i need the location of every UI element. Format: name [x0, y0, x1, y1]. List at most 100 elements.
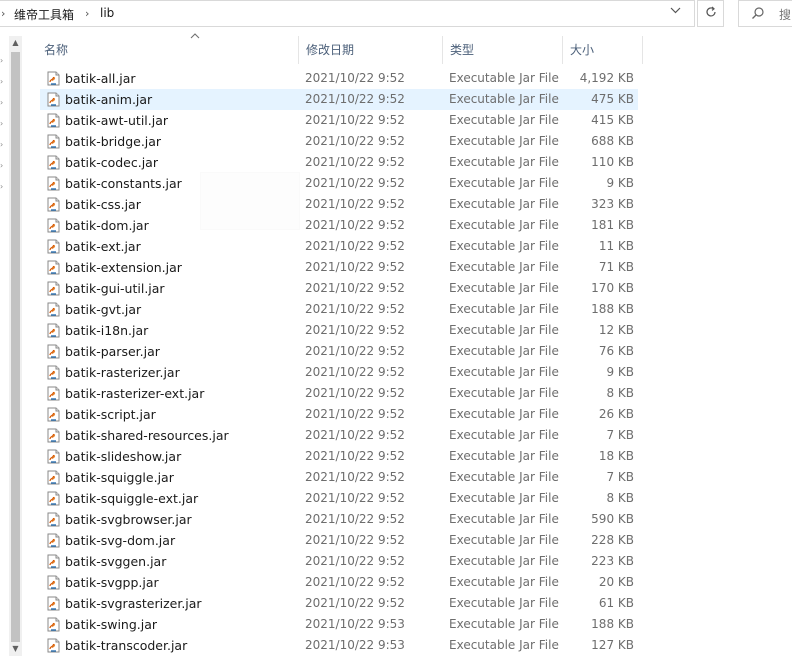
file-row[interactable]: batik-extension.jar 2021/10/22 9:52 Exec…: [40, 257, 638, 278]
file-row[interactable]: batik-codec.jar 2021/10/22 9:52 Executab…: [40, 152, 638, 173]
file-modified-date: 2021/10/22 9:52: [305, 134, 405, 148]
expand-arrow-icon[interactable]: ›: [0, 77, 3, 86]
breadcrumb-item-current[interactable]: lib: [100, 6, 114, 20]
file-name: batik-svgbrowser.jar: [65, 512, 192, 527]
file-name: batik-codec.jar: [65, 155, 158, 170]
column-header-type[interactable]: 类型: [442, 36, 562, 64]
file-row[interactable]: batik-bridge.jar 2021/10/22 9:52 Executa…: [40, 131, 638, 152]
column-header-size[interactable]: 大小: [562, 36, 642, 64]
file-row[interactable]: batik-svgpp.jar 2021/10/22 9:52 Executab…: [40, 572, 638, 593]
file-name: batik-rasterizer-ext.jar: [65, 386, 205, 401]
file-modified-date: 2021/10/22 9:52: [305, 449, 405, 463]
refresh-button[interactable]: [697, 0, 724, 27]
file-row[interactable]: batik-svggen.jar 2021/10/22 9:52 Executa…: [40, 551, 638, 572]
address-bar-region: › 维帝工具箱 › lib 搜: [0, 0, 792, 30]
file-size: 8 KB: [606, 386, 634, 400]
expand-arrow-icon[interactable]: ›: [0, 98, 3, 107]
file-row[interactable]: batik-rasterizer-ext.jar 2021/10/22 9:52…: [40, 383, 638, 404]
file-row[interactable]: batik-parser.jar 2021/10/22 9:52 Executa…: [40, 341, 638, 362]
file-modified-date: 2021/10/22 9:52: [305, 281, 405, 295]
file-name: batik-dom.jar: [65, 218, 149, 233]
file-row[interactable]: batik-gvt.jar 2021/10/22 9:52 Executable…: [40, 299, 638, 320]
breadcrumb-item-parent[interactable]: 维帝工具箱: [14, 6, 74, 23]
file-name: batik-svggen.jar: [65, 554, 167, 569]
column-divider[interactable]: [642, 36, 643, 64]
breadcrumb-chevron-icon[interactable]: ›: [85, 7, 89, 20]
file-name: batik-squiggle.jar: [65, 470, 174, 485]
file-size: 18 KB: [598, 449, 634, 463]
jar-file-icon: [46, 596, 61, 614]
file-row[interactable]: batik-ext.jar 2021/10/22 9:52 Executable…: [40, 236, 638, 257]
search-input[interactable]: 搜: [738, 0, 792, 27]
file-type: Executable Jar File: [449, 491, 559, 505]
column-header-date[interactable]: 修改日期: [298, 36, 442, 64]
file-size: 9 KB: [606, 365, 634, 379]
file-row[interactable]: batik-squiggle.jar 2021/10/22 9:52 Execu…: [40, 467, 638, 488]
file-type: Executable Jar File: [449, 239, 559, 253]
file-row[interactable]: batik-svgrasterizer.jar 2021/10/22 9:52 …: [40, 593, 638, 614]
file-modified-date: 2021/10/22 9:52: [305, 386, 405, 400]
file-modified-date: 2021/10/22 9:52: [305, 323, 405, 337]
file-row[interactable]: batik-svgbrowser.jar 2021/10/22 9:52 Exe…: [40, 509, 638, 530]
file-row[interactable]: batik-constants.jar 2021/10/22 9:52 Exec…: [40, 173, 638, 194]
file-row[interactable]: batik-i18n.jar 2021/10/22 9:52 Executabl…: [40, 320, 638, 341]
chevron-down-icon[interactable]: [670, 5, 681, 19]
scroll-down-icon[interactable]: ▼: [9, 642, 22, 656]
file-modified-date: 2021/10/22 9:52: [305, 218, 405, 232]
file-row[interactable]: batik-slideshow.jar 2021/10/22 9:52 Exec…: [40, 446, 638, 467]
expand-arrow-icon[interactable]: ›: [0, 161, 3, 170]
search-icon: [751, 6, 765, 23]
file-name: batik-constants.jar: [65, 176, 182, 191]
file-type: Executable Jar File: [449, 638, 559, 652]
file-modified-date: 2021/10/22 9:52: [305, 239, 405, 253]
file-name: batik-all.jar: [65, 71, 136, 86]
breadcrumb-chevron-icon[interactable]: ›: [1, 7, 5, 20]
file-name: batik-squiggle-ext.jar: [65, 491, 199, 506]
file-row[interactable]: batik-css.jar 2021/10/22 9:52 Executable…: [40, 194, 638, 215]
jar-file-icon: [46, 197, 61, 215]
file-name: batik-shared-resources.jar: [65, 428, 229, 443]
address-bar[interactable]: › 维帝工具箱 › lib: [0, 0, 695, 27]
file-modified-date: 2021/10/22 9:52: [305, 176, 405, 190]
file-modified-date: 2021/10/22 9:53: [305, 638, 405, 652]
file-row[interactable]: batik-svg-dom.jar 2021/10/22 9:52 Execut…: [40, 530, 638, 551]
file-row[interactable]: batik-swing.jar 2021/10/22 9:53 Executab…: [40, 614, 638, 635]
file-row[interactable]: batik-rasterizer.jar 2021/10/22 9:52 Exe…: [40, 362, 638, 383]
jar-file-icon: [46, 239, 61, 257]
file-row[interactable]: batik-awt-util.jar 2021/10/22 9:52 Execu…: [40, 110, 638, 131]
scrollbar-thumb[interactable]: [11, 52, 20, 642]
scroll-up-icon[interactable]: ▲: [9, 36, 22, 50]
file-modified-date: 2021/10/22 9:52: [305, 302, 405, 316]
file-row[interactable]: batik-anim.jar 2021/10/22 9:52 Executabl…: [40, 89, 638, 110]
file-row[interactable]: batik-shared-resources.jar 2021/10/22 9:…: [40, 425, 638, 446]
file-size: 170 KB: [591, 281, 634, 295]
file-type: Executable Jar File: [449, 596, 559, 610]
expand-arrow-icon[interactable]: ›: [0, 119, 3, 128]
file-modified-date: 2021/10/22 9:52: [305, 113, 405, 127]
column-header-name[interactable]: 名称: [36, 36, 298, 64]
file-row[interactable]: batik-squiggle-ext.jar 2021/10/22 9:52 E…: [40, 488, 638, 509]
navigation-scrollbar[interactable]: ▲ ▼: [9, 36, 22, 656]
file-type: Executable Jar File: [449, 134, 559, 148]
file-type: Executable Jar File: [449, 470, 559, 484]
jar-file-icon: [46, 470, 61, 488]
file-row[interactable]: batik-dom.jar 2021/10/22 9:52 Executable…: [40, 215, 638, 236]
file-name: batik-css.jar: [65, 197, 141, 212]
jar-file-icon: [46, 281, 61, 299]
file-size: 7 KB: [606, 428, 634, 442]
expand-arrow-icon[interactable]: ›: [0, 56, 3, 65]
file-row[interactable]: batik-all.jar 2021/10/22 9:52 Executable…: [40, 68, 638, 89]
expand-arrow-icon[interactable]: ›: [0, 182, 3, 191]
file-size: 475 KB: [591, 92, 634, 106]
expand-arrow-icon[interactable]: ›: [0, 140, 3, 149]
file-row[interactable]: batik-gui-util.jar 2021/10/22 9:52 Execu…: [40, 278, 638, 299]
jar-file-icon: [46, 449, 61, 467]
file-size: 20 KB: [598, 575, 634, 589]
file-row[interactable]: batik-transcoder.jar 2021/10/22 9:53 Exe…: [40, 635, 638, 656]
file-size: 12 KB: [598, 323, 634, 337]
file-modified-date: 2021/10/22 9:52: [305, 197, 405, 211]
file-row[interactable]: batik-script.jar 2021/10/22 9:52 Executa…: [40, 404, 638, 425]
file-modified-date: 2021/10/22 9:52: [305, 575, 405, 589]
file-modified-date: 2021/10/22 9:52: [305, 512, 405, 526]
jar-file-icon: [46, 302, 61, 320]
